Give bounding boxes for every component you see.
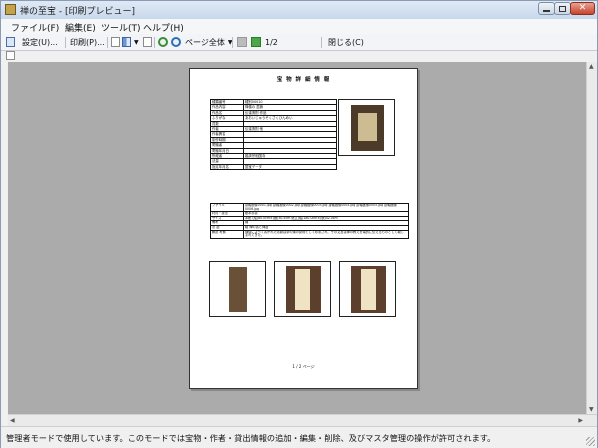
single-page-icon	[111, 37, 120, 47]
title-bar[interactable]: 禅の至宝 - [印刷プレビュー] ✕	[1, 1, 597, 19]
setup-button[interactable]: 設定(U)...	[6, 36, 58, 48]
window-title: 禅の至宝 - [印刷プレビュー]	[20, 7, 135, 17]
zoom-select[interactable]: ページ全体 ▼	[185, 36, 232, 48]
preview-area[interactable]: 宝 物 詳 細 情 報 種類番号 種別00010 作品内容 禅僧の 墨蹟 作品名 伝達清則…	[8, 62, 586, 414]
page-indicator: 1/2	[265, 36, 278, 48]
toolbar-separator	[107, 37, 108, 48]
multi-page-icon	[122, 37, 131, 47]
app-icon	[5, 4, 16, 15]
details-table: 種類番号 種別00010 作品内容 禅僧の 墨蹟 作品名 伝達清則 作品 ふりがな あおいじゅ…	[210, 98, 337, 171]
scroll-image	[351, 105, 384, 151]
page-thumbnail-icon[interactable]	[6, 51, 15, 60]
preview-toolbar: 設定(U)... 印刷(P)... ▼ ページ全体 ▼ 1/2 閉じる(C)	[1, 34, 597, 51]
menu-edit[interactable]: 編集(E)	[65, 21, 96, 34]
close-preview-button[interactable]: 閉じる(C)	[328, 36, 364, 48]
photo-1-image	[229, 267, 247, 312]
page-setup-icon	[6, 37, 15, 47]
field-value: 掛軸画像0001.jpg 掛軸画像0002.jpg 掛軸画像0003.jpg 掛…	[243, 202, 409, 213]
menu-tools[interactable]: ツール(T)	[101, 21, 141, 34]
next-page-icon	[251, 37, 261, 47]
minimize-button[interactable]	[538, 2, 555, 15]
print-button[interactable]: 印刷(P)...	[70, 36, 105, 48]
page-title: 宝 物 詳 細 情 報	[276, 77, 331, 83]
maximize-icon	[559, 5, 566, 12]
page-button[interactable]	[143, 36, 152, 48]
table-row: 指定年月名 国宝データ	[210, 163, 337, 171]
preview-page: 宝 物 詳 細 情 報 種類番号 種別00010 作品内容 禅僧の 墨蹟 作品名 伝達清則…	[189, 68, 418, 389]
scroll-paper	[358, 113, 377, 141]
scroll-down-icon[interactable]: ▼	[589, 406, 594, 413]
main-photo	[338, 99, 395, 156]
menu-file[interactable]: ファイル(F)	[11, 21, 59, 34]
layout-button[interactable]: ▼	[122, 36, 139, 48]
table-row: ファイル 掛軸画像0001.jpg 掛軸画像0002.jpg 掛軸画像0003.j…	[210, 202, 409, 213]
field-label: 指定年月名	[210, 163, 244, 171]
zoom-select-value: ページ全体	[185, 37, 225, 47]
status-bar: 管理者モードで使用しています。このモードでは宝物・作者・貸出情報の追加・編集・削…	[1, 426, 597, 448]
table-row: 解説 考察 禅僧によって書かれた墨蹟は茶の湯の掛物として珍重され、その文言は禅の教…	[210, 229, 409, 239]
print-label: 印刷(P)...	[70, 37, 105, 47]
details-long-table: ファイル 掛軸画像0001.jpg 掛軸画像0002.jpg 掛軸画像0003.j…	[210, 202, 409, 239]
scroll-right-icon[interactable]: ▶	[578, 417, 583, 424]
one-page-button[interactable]	[111, 36, 120, 48]
photo-2-paper	[295, 269, 310, 310]
maximize-button[interactable]	[554, 2, 571, 15]
preview-header-strip	[1, 51, 597, 62]
app-window: 禅の至宝 - [印刷プレビュー] ✕ ファイル(F) 編集(E) ツール(T) …	[0, 0, 598, 448]
menu-bar: ファイル(F) 編集(E) ツール(T) ヘルプ(H)	[1, 19, 597, 35]
zoom-in-button[interactable]	[158, 36, 168, 48]
photo-3	[339, 261, 396, 317]
photo-3-image	[351, 266, 386, 313]
status-text: 管理者モードで使用しています。このモードでは宝物・作者・貸出情報の追加・編集・削…	[6, 433, 496, 443]
toolbar-separator	[65, 37, 66, 48]
scroll-left-icon[interactable]: ◀	[10, 417, 15, 424]
zoom-out-button[interactable]	[171, 36, 181, 48]
field-label: ファイル	[210, 202, 244, 213]
scroll-up-icon[interactable]: ▲	[589, 63, 594, 70]
horizontal-scrollbar[interactable]: ◀ ▶	[8, 414, 597, 426]
photo-1	[209, 261, 266, 317]
vertical-scrollbar[interactable]: ▲ ▼	[586, 62, 597, 414]
previous-page-icon	[237, 37, 247, 47]
page-footer: 1 / 2 ページ	[292, 364, 315, 369]
previous-page-button[interactable]	[237, 36, 247, 48]
document-icon	[143, 37, 152, 47]
field-value: 禅僧によって書かれた墨蹟は茶の湯の掛物として珍重され、その文言は禅の教えを端的に…	[243, 229, 409, 239]
field-value: 国宝データ	[243, 163, 337, 171]
page-indicator-text: 1/2	[265, 37, 278, 47]
minimize-icon	[543, 10, 550, 12]
close-icon: ✕	[578, 3, 587, 13]
field-label: 解説 考察	[210, 229, 244, 239]
toolbar-separator	[154, 37, 155, 48]
zoom-out-icon	[171, 37, 181, 47]
photo-2-image	[286, 266, 321, 313]
menu-help[interactable]: ヘルプ(H)	[143, 21, 184, 34]
photo-2	[274, 261, 331, 317]
close-preview-label: 閉じる(C)	[328, 37, 364, 47]
toolbar-separator	[321, 37, 322, 48]
close-window-button[interactable]: ✕	[570, 2, 595, 15]
toolbar-separator	[232, 37, 233, 48]
next-page-button[interactable]	[251, 36, 261, 48]
zoom-in-icon	[158, 37, 168, 47]
setup-label: 設定(U)...	[22, 37, 58, 47]
chevron-down-icon: ▼	[134, 38, 139, 46]
photo-3-paper	[361, 269, 376, 310]
resize-grip[interactable]	[586, 437, 595, 446]
